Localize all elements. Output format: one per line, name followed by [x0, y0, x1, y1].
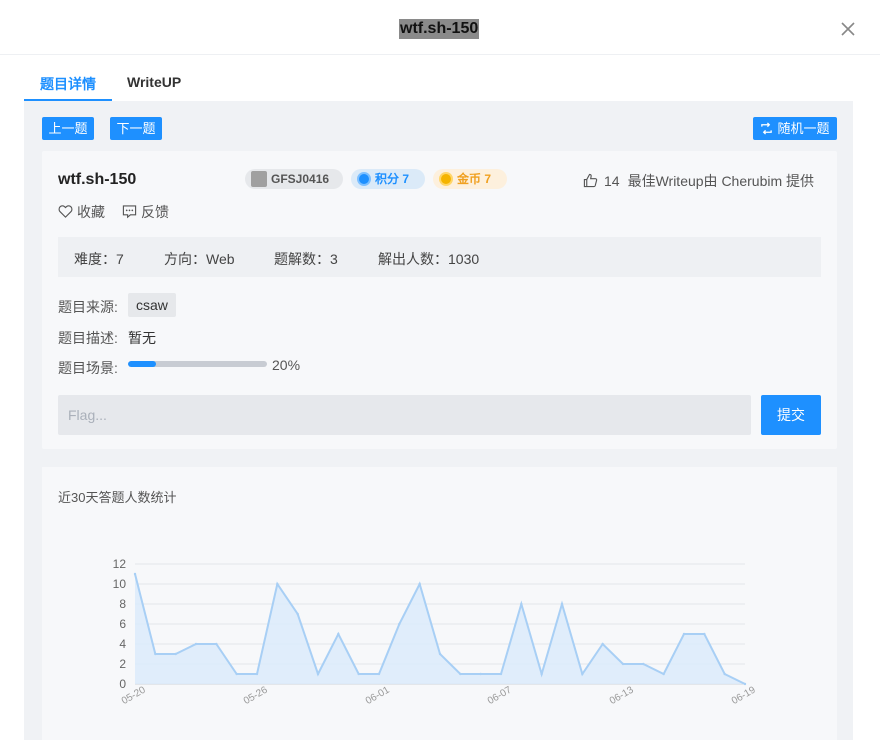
data-point: [459, 672, 462, 676]
challenge-code: GFSJ0416: [271, 172, 330, 186]
random-challenge-button[interactable]: 随机一题: [753, 117, 837, 140]
thumbs-up-icon[interactable]: [583, 173, 598, 188]
flag-input[interactable]: [58, 395, 751, 435]
direction-stat: 方向：Web: [164, 251, 235, 267]
scene-progress-bar: [128, 361, 267, 367]
tab-writeup[interactable]: WriteUP: [127, 74, 181, 90]
favorite-label: 收藏: [77, 204, 105, 220]
x-tick-label: 06-19: [730, 684, 758, 707]
data-point: [296, 612, 299, 616]
close-button[interactable]: [838, 19, 858, 39]
random-challenge-label: 随机一题: [777, 121, 830, 136]
data-point: [581, 672, 584, 676]
favorite-button[interactable]: 收藏: [58, 202, 105, 222]
data-point: [133, 572, 137, 576]
y-tick-label: 12: [113, 557, 127, 571]
challenge-card: wtf.sh-150 GFSJ0416 积分 7 金币 7 14 最佳Writeu…: [42, 151, 837, 449]
heart-icon: [58, 205, 73, 218]
data-point: [743, 682, 747, 686]
data-point: [174, 652, 177, 656]
data-point: [276, 582, 279, 586]
data-point: [418, 582, 421, 586]
feedback-label: 反馈: [141, 204, 169, 220]
likes-count: 14: [604, 173, 620, 189]
data-point: [255, 672, 259, 676]
data-point: [215, 642, 218, 646]
best-writeup-text: 最佳Writeup由 Cherubim 提供: [627, 173, 815, 189]
y-tick-label: 4: [119, 637, 126, 651]
data-point: [499, 672, 503, 676]
modal-title: wtf.sh-150: [399, 19, 480, 39]
challenge-stats: 难度：7 方向：Web 题解数：3 解出人数：1030: [58, 237, 821, 277]
description-value: 暂无: [128, 330, 156, 346]
data-point: [377, 672, 381, 676]
tab-bar: 题目详情 WriteUP: [0, 55, 880, 102]
coin-icon: [439, 172, 453, 186]
data-point: [316, 672, 320, 676]
data-point: [560, 602, 564, 606]
challenge-title: wtf.sh-150: [58, 171, 137, 188]
shuffle-icon: [761, 122, 773, 135]
scene-progress-fill: [128, 361, 156, 367]
writeup-count-stat: 题解数：3: [274, 251, 338, 267]
area-fill: [135, 574, 745, 684]
data-point: [235, 672, 238, 676]
data-point: [703, 632, 706, 636]
score-badge: 积分 7: [351, 169, 425, 189]
prev-challenge-button[interactable]: 上一题: [42, 117, 94, 140]
x-tick-label: 05-26: [242, 684, 270, 707]
submit-button[interactable]: 提交: [761, 395, 821, 435]
challenge-code-badge: GFSJ0416: [245, 169, 343, 189]
feedback-button[interactable]: 反馈: [122, 202, 169, 222]
y-tick-label: 8: [119, 597, 126, 611]
solver-count-stat: 解出人数：1030: [378, 251, 480, 267]
data-point: [540, 672, 543, 676]
coin-value: 金币 7: [457, 172, 492, 186]
details-panel: 上一题 下一题 随机一题 wtf.sh-150 GFSJ0416 积分 7 金币…: [24, 101, 853, 740]
data-point: [642, 662, 645, 666]
score-value: 积分 7: [375, 172, 410, 186]
x-tick-label: 06-13: [608, 684, 636, 707]
chart-card: 近30天答题人数统计 0 2 4 6 8 10 12 05-20 05-26 06-01 06-07…: [42, 467, 837, 740]
data-point: [357, 672, 360, 676]
data-point: [337, 632, 340, 636]
y-tick-label: 6: [119, 617, 126, 631]
next-challenge-button[interactable]: 下一题: [110, 117, 162, 140]
coin-badge: 金币 7: [433, 169, 507, 189]
data-point: [682, 632, 686, 636]
scene-label: 题目场景:: [58, 360, 118, 376]
source-tag: csaw: [128, 293, 176, 317]
data-point: [723, 672, 726, 676]
qr-icon: [251, 171, 267, 187]
x-tick-label: 06-07: [486, 684, 514, 707]
difficulty-stat: 难度：7: [74, 251, 124, 267]
data-point: [662, 672, 665, 676]
data-point: [621, 662, 625, 666]
modal-header: wtf.sh-150: [0, 0, 880, 55]
y-tick-label: 0: [119, 677, 126, 691]
data-point: [194, 642, 198, 646]
data-point: [479, 672, 482, 676]
data-point: [154, 652, 157, 656]
score-icon: [357, 172, 371, 186]
description-label: 题目描述:: [58, 330, 118, 346]
x-tick-label: 06-01: [364, 684, 392, 707]
message-icon: [122, 205, 137, 219]
data-point: [601, 642, 604, 646]
tab-details[interactable]: 题目详情: [40, 74, 96, 94]
solver-trend-chart: 02468101205-20 05-26 06-01 06-07 06-13 06-19: [113, 557, 758, 707]
scene-progress-text: 20%: [272, 357, 301, 373]
likes-area: 14 最佳Writeup由 Cherubim 提供: [583, 171, 814, 191]
data-point: [398, 622, 401, 626]
data-point: [520, 602, 523, 606]
data-point: [438, 652, 442, 656]
y-tick-label: 10: [113, 577, 127, 591]
close-icon: [841, 22, 855, 36]
y-tick-label: 2: [119, 657, 126, 671]
source-label: 题目来源:: [58, 299, 118, 315]
